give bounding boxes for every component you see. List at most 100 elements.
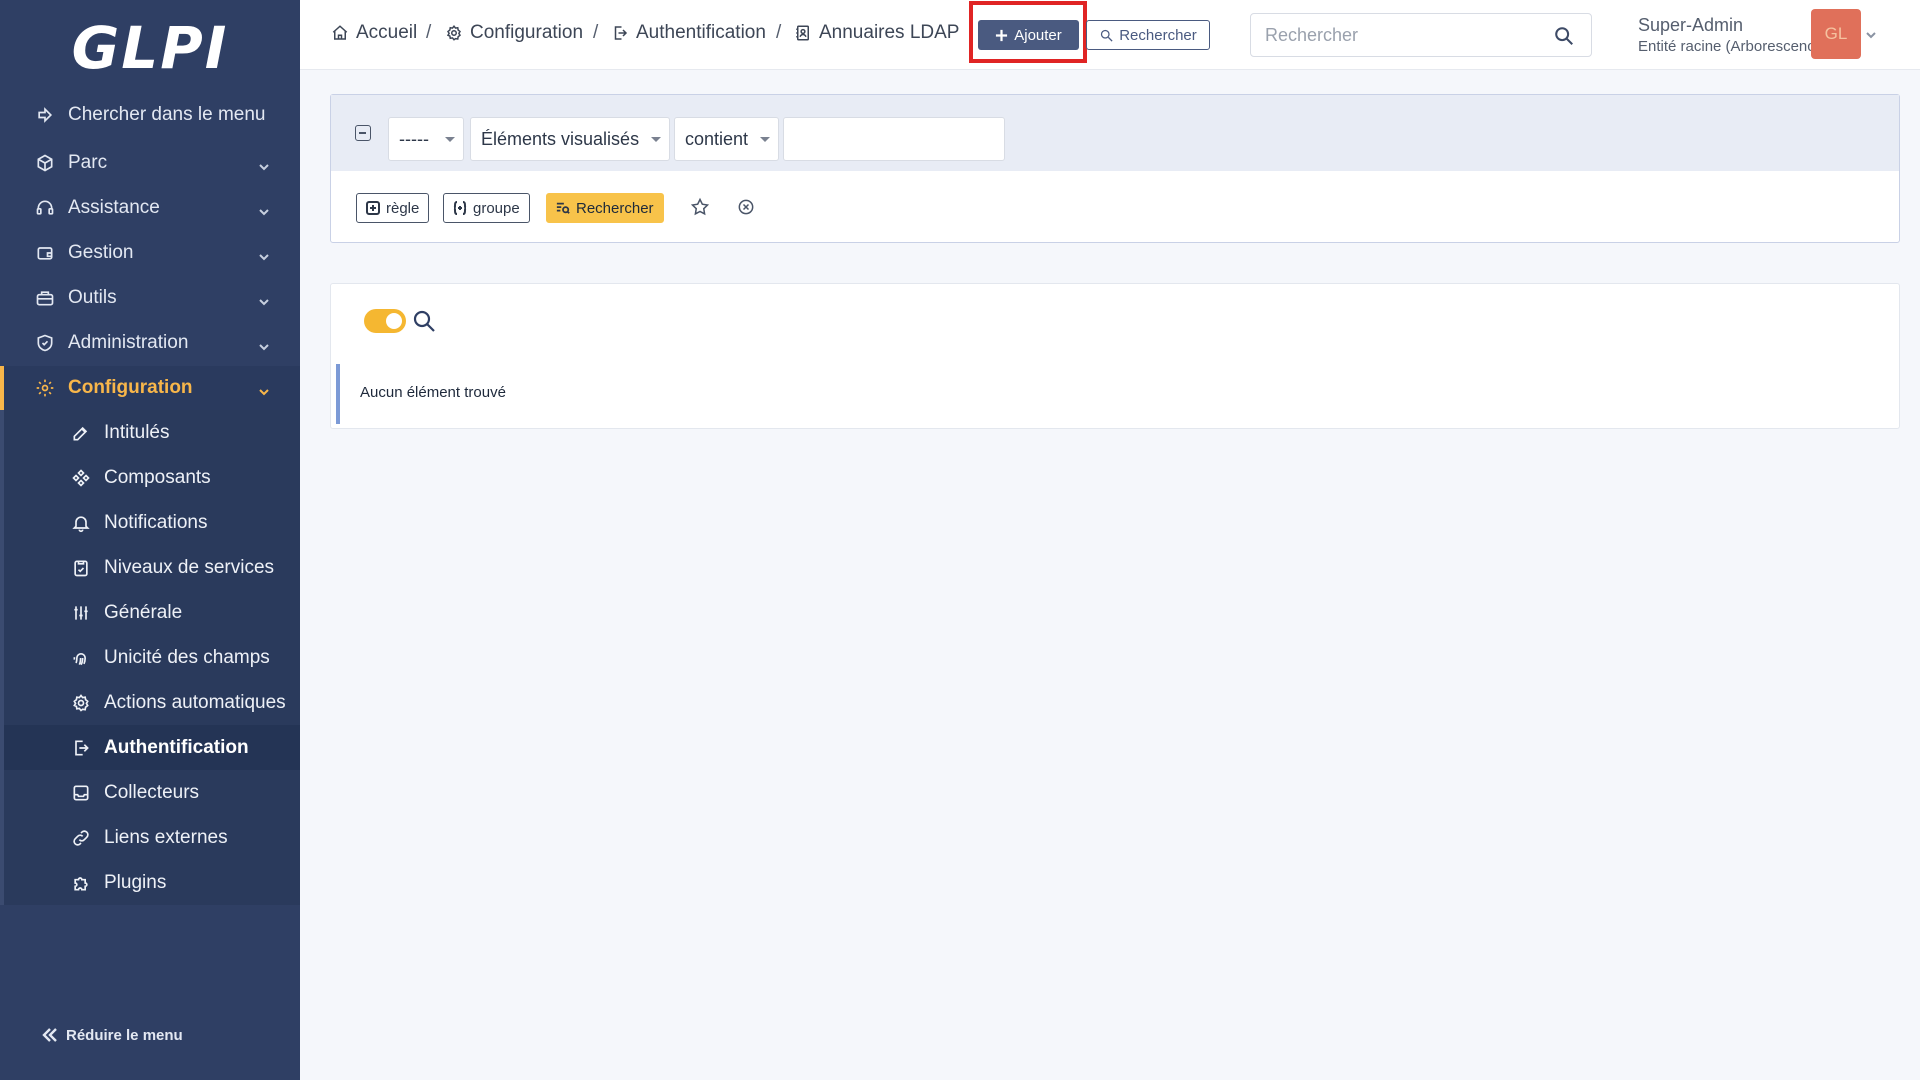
glpi-logo[interactable]: GLPI [0, 0, 300, 96]
breadcrumb-configuration[interactable]: Configuration [445, 22, 583, 44]
sidebar-subitem-plugins[interactable]: Plugins [4, 860, 300, 905]
field-select-value: ----- [399, 128, 429, 149]
sidebar-item-configuration[interactable]: Configuration [0, 366, 300, 410]
search-criteria-panel: ----- Éléments visualisés contient règle… [330, 94, 1900, 243]
avatar[interactable]: GL [1811, 9, 1861, 59]
gear-icon [446, 25, 461, 41]
sliders-icon [70, 602, 92, 624]
address-book-icon [796, 25, 809, 41]
search-button-label: Rechercher [1119, 26, 1197, 44]
sidebar-item-administration[interactable]: Administration [0, 321, 300, 365]
caret-down-icon [651, 137, 661, 142]
breadcrumb-annuaires-ldap[interactable]: Annuaires LDAP [794, 22, 959, 44]
sidebar-item-label: Configuration [68, 377, 193, 398]
bell-icon [70, 512, 92, 534]
add-rule-label: règle [386, 199, 420, 217]
sidebar-item-label: Assistance [68, 197, 160, 218]
login-icon [70, 737, 92, 759]
global-search [1250, 13, 1592, 57]
sidebar-subitem-label: Authentification [104, 736, 249, 758]
sidebar-subitem-composants[interactable]: Composants [4, 455, 300, 500]
add-rule-button[interactable]: règle [356, 193, 430, 223]
breadcrumb-label: Accueil [356, 22, 418, 43]
arrow-right-icon [34, 104, 56, 126]
reset-circle-x-icon[interactable] [736, 197, 758, 219]
breadcrumb-authentification[interactable]: Authentification [611, 22, 766, 44]
sidebar-subitem-label: Niveaux de services [104, 556, 275, 578]
gear-cycle-icon [70, 692, 92, 714]
breadcrumb-home[interactable]: Accueil [331, 22, 417, 44]
wallet-icon [34, 242, 56, 264]
sidebar-item-gestion[interactable]: Gestion [0, 231, 300, 275]
sidebar-item-label: Outils [68, 287, 117, 308]
chevron-down-icon [258, 292, 270, 306]
sidebar-subitem-generale[interactable]: Générale [4, 590, 300, 635]
breadcrumb-separator: / [426, 22, 432, 43]
plus-square-icon [366, 201, 380, 215]
shield-icon [34, 332, 56, 354]
sidebar-subitem-collecteurs[interactable]: Collecteurs [4, 770, 300, 815]
sidebar-subitem-notifications[interactable]: Notifications [4, 500, 300, 545]
breadcrumb-separator: / [593, 22, 599, 43]
toggle-switch[interactable] [364, 309, 406, 333]
criterion-value-input[interactable] [783, 117, 1005, 161]
chevron-down-icon [258, 157, 270, 171]
remove-criterion-button[interactable] [355, 125, 371, 141]
search-icon[interactable] [411, 308, 437, 334]
puzzle-icon [70, 872, 92, 894]
chevron-down-icon [258, 382, 270, 396]
global-search-input[interactable] [1265, 14, 1545, 56]
sidebar-subitem-label: Plugins [104, 871, 167, 893]
run-search-label: Rechercher [576, 199, 654, 217]
view-select-value: Éléments visualisés [481, 128, 640, 149]
chevron-down-icon [258, 337, 270, 351]
sidebar-item-outils[interactable]: Outils [0, 276, 300, 320]
components-icon [70, 467, 92, 489]
box-icon [34, 152, 56, 174]
sidebar-item-parc[interactable]: Parc [0, 141, 300, 185]
user-name[interactable]: Super-Admin [1638, 15, 1743, 36]
list-search-icon [556, 202, 570, 214]
empty-results-alert: Aucun élément trouvé [336, 364, 1896, 424]
sidebar-subitem-liens-externes[interactable]: Liens externes [4, 815, 300, 860]
sidebar-subitem-authentification[interactable]: Authentification [4, 725, 300, 770]
chevron-down-icon[interactable] [1865, 28, 1877, 40]
sidebar-subitem-label: Composants [104, 466, 211, 488]
add-group-button[interactable]: groupe [443, 193, 530, 223]
caret-down-icon [445, 137, 455, 142]
gear-icon [34, 377, 56, 399]
double-chevron-left-icon [42, 1028, 57, 1042]
menu-search-label: Chercher dans le menu [68, 104, 266, 125]
add-group-label: groupe [473, 199, 520, 217]
link-icon [70, 827, 92, 849]
search-button[interactable]: Rechercher [1086, 20, 1210, 50]
sidebar-subitem-niveaux-de-services[interactable]: Niveaux de services [4, 545, 300, 590]
user-entity[interactable]: Entité racine (Arborescence) [1638, 38, 1828, 55]
sidebar-item-assistance[interactable]: Assistance [0, 186, 300, 230]
sidebar-subitem-label: Liens externes [104, 826, 228, 848]
menu-search[interactable]: Chercher dans le menu [0, 93, 300, 137]
edit-icon [70, 422, 92, 444]
briefcase-icon [34, 287, 56, 309]
headset-icon [34, 197, 56, 219]
view-select[interactable]: Éléments visualisés [470, 117, 670, 161]
sidebar-item-label: Parc [68, 152, 108, 173]
sidebar-subitem-unicite-des-champs[interactable]: Unicité des champs [4, 635, 300, 680]
chevron-down-icon [258, 202, 270, 216]
sidebar-subitem-actions-automatiques[interactable]: Actions automatiques [4, 680, 300, 725]
empty-results-message: Aucun élément trouvé [360, 384, 506, 401]
run-search-button[interactable]: Rechercher [546, 193, 664, 223]
operator-select[interactable]: contient [674, 117, 779, 161]
star-icon[interactable] [690, 197, 712, 219]
sidebar: GLPI Chercher dans le menu Parc Assistan… [0, 0, 300, 1080]
fingerprint-icon [70, 647, 92, 669]
breadcrumb-label: Authentification [636, 22, 766, 43]
field-select[interactable]: ----- [388, 117, 464, 161]
collapse-menu-button[interactable]: Réduire le menu [40, 1025, 183, 1045]
sidebar-item-label: Administration [68, 332, 189, 353]
chevron-down-icon [258, 247, 270, 261]
sidebar-subitem-label: Notifications [104, 511, 208, 533]
search-icon[interactable] [1553, 25, 1575, 47]
login-icon [614, 26, 628, 40]
sidebar-subitem-intitules[interactable]: Intitulés [4, 410, 300, 455]
